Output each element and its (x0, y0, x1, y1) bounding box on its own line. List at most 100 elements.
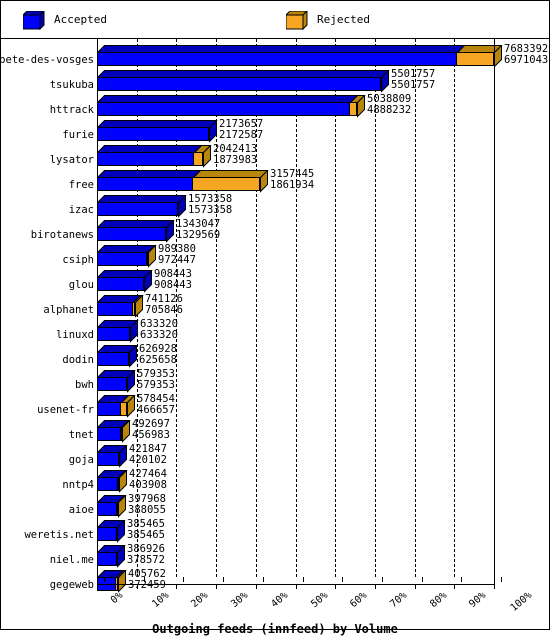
bar-value-accepted: 705846 (145, 304, 183, 316)
bar-row: birotanews 1343047 1329569 (1, 219, 549, 245)
bar-value-accepted: 1329569 (176, 229, 221, 241)
bar-segment-accepted[interactable] (97, 177, 193, 191)
bar-row: dodin 626928 625658 (1, 344, 549, 370)
legend-label-accepted: Accepted (54, 13, 107, 26)
bar-row: glou 908443 908443 (1, 269, 549, 295)
legend-label-rejected: Rejected (317, 13, 370, 26)
bar-value-accepted: 372459 (128, 579, 166, 591)
x-tick (176, 584, 177, 589)
bar-value-accepted: 420102 (129, 454, 167, 466)
bar-segment-accepted[interactable] (97, 302, 133, 316)
bar-row-label: furie (62, 129, 94, 141)
x-tick-back (501, 577, 502, 582)
x-tick-back (104, 577, 105, 582)
bar-segment-accepted[interactable] (97, 402, 121, 416)
bar-row-label: tsukuba (49, 79, 94, 91)
bar-row-label: niel.me (49, 554, 94, 566)
bar-value-accepted: 1861934 (270, 179, 315, 191)
bar-segment-accepted[interactable] (97, 202, 178, 216)
bar-value-accepted: 1573358 (188, 204, 233, 216)
chart-frame: Accepted Rejected bete-des-vosges 7683392… (0, 0, 550, 636)
x-tick (137, 584, 138, 589)
bar-row: tsukuba 5501757 5501757 (1, 69, 549, 95)
y-axis-line (97, 39, 98, 584)
bar-row-label: glou (68, 279, 94, 291)
bar-side-rejected (260, 170, 268, 193)
bar-side-rejected (494, 45, 502, 68)
x-tick-back (303, 577, 304, 582)
x-tick-back (461, 577, 462, 582)
x-tick-back (422, 577, 423, 582)
x-tick (375, 584, 376, 589)
bar-segment-accepted[interactable] (97, 252, 147, 266)
bar-row-label: izac (68, 204, 94, 216)
x-tick (97, 584, 98, 589)
bar-row: usenet-fr 578454 466657 (1, 394, 549, 420)
bar-row-label: linuxd (56, 329, 94, 341)
bar-segment-accepted[interactable] (97, 227, 166, 241)
bar-value-accepted: 1873983 (213, 154, 258, 166)
bar-segment-accepted[interactable] (97, 527, 117, 541)
bar-row-label: httrack (49, 104, 94, 116)
bar-row: furie 2173657 2172587 (1, 119, 549, 145)
accepted-swatch-icon (21, 9, 46, 31)
bar-segment-accepted[interactable] (97, 352, 129, 366)
bar-value-accepted: 466657 (137, 404, 175, 416)
bar-segment-rejected[interactable] (146, 252, 148, 266)
bar-row: izac 1573358 1573358 (1, 194, 549, 220)
bar-value-accepted: 403908 (129, 479, 167, 491)
bar-row: alphanet 741126 705846 (1, 294, 549, 320)
bar-segment-accepted[interactable] (97, 102, 350, 116)
bar-segment-accepted[interactable] (97, 377, 127, 391)
bar-segment-accepted[interactable] (97, 77, 381, 91)
bar-segment-accepted[interactable] (97, 327, 130, 341)
bar-segment-accepted[interactable] (97, 552, 117, 566)
bar-row-label: goja (68, 454, 94, 466)
bar-row: goja 421847 420102 (1, 444, 549, 470)
rejected-swatch-icon (284, 9, 309, 31)
bar-row: linuxd 633320 633320 (1, 319, 549, 345)
bar-row: lysator 2042413 1873983 (1, 144, 549, 170)
bar-row: httrack 5038809 4888232 (1, 94, 549, 120)
bar-row-label: aioe (68, 504, 94, 516)
x-tick-back (223, 577, 224, 582)
bar-segment-accepted[interactable] (97, 52, 457, 66)
bar-row: niel.me 386926 378572 (1, 544, 549, 570)
x-tick-back (183, 577, 184, 582)
bar-row-label: csiph (62, 254, 94, 266)
bar-segment-rejected[interactable] (193, 152, 203, 166)
bar-row-label: tnet (68, 429, 94, 441)
bar-segment-accepted[interactable] (97, 152, 194, 166)
bar-segment-accepted[interactable] (97, 477, 118, 491)
bar-row-label: nntp4 (62, 479, 94, 491)
bar-segment-rejected[interactable] (120, 427, 122, 441)
bar-row-label: bete-des-vosges (0, 54, 94, 66)
bar-row-label: birotanews (30, 229, 94, 241)
plot-area: bete-des-vosges 7683392 6971043 tsukuba 5501… (0, 39, 549, 636)
bar-row-label: gegeweb (49, 579, 94, 591)
x-tick (415, 584, 416, 589)
bar-row-label: alphanet (43, 304, 94, 316)
bar-segment-rejected[interactable] (192, 177, 260, 191)
bar-row-label: dodin (62, 354, 94, 366)
bar-row: gegeweb 405762 372459 (1, 569, 549, 595)
plot-right-border (494, 39, 495, 584)
bar-segment-accepted[interactable] (97, 427, 121, 441)
x-tick-back (342, 577, 343, 582)
bar-row: weretis.net 385465 385465 (1, 519, 549, 545)
bar-segment-rejected[interactable] (116, 502, 118, 516)
bar-value-accepted: 908443 (154, 279, 192, 291)
bar-segment-accepted[interactable] (97, 277, 144, 291)
bar-segment-accepted[interactable] (97, 452, 119, 466)
bar-segment-rejected[interactable] (349, 102, 357, 116)
bar-segment-accepted[interactable] (97, 127, 209, 141)
bar-value-accepted: 388055 (128, 504, 166, 516)
bar-segment-rejected[interactable] (117, 477, 119, 491)
bar-side-rejected (203, 145, 211, 168)
bar-segment-rejected[interactable] (456, 52, 494, 66)
bar-segment-rejected[interactable] (132, 302, 135, 316)
bar-row: nntp4 427464 403908 (1, 469, 549, 495)
bar-value-accepted: 633320 (140, 329, 178, 341)
bar-segment-rejected[interactable] (120, 402, 127, 416)
bar-segment-accepted[interactable] (97, 502, 117, 516)
